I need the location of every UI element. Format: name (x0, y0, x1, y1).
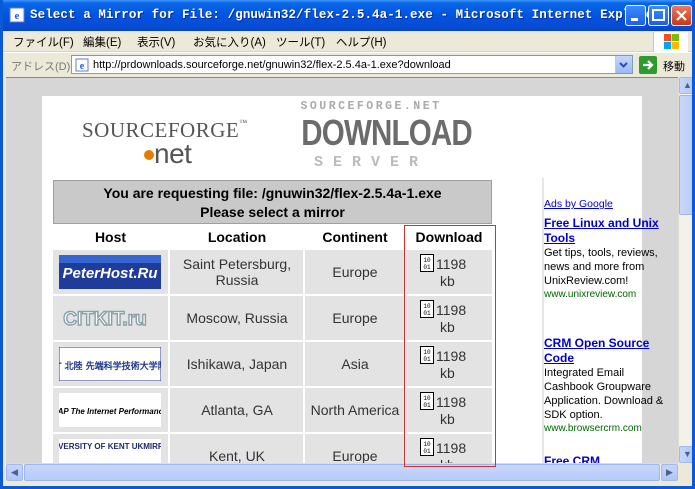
chevron-down-icon (619, 62, 628, 68)
windows-logo-icon (653, 32, 688, 52)
horizontal-scrollbar[interactable]: ◀ ▶ (6, 463, 678, 481)
menu-file[interactable]: ファイル(F) (13, 34, 74, 50)
host-logo-text: UNIVERSITY OF KENT UKMIRROR (59, 442, 161, 451)
scroll-down-button[interactable]: ▼ (679, 446, 692, 463)
minimize-icon (631, 18, 638, 21)
ad-body: Get tips, tools, reviews, news and more … (544, 247, 658, 287)
scroll-down-arrow-icon: ▼ (683, 449, 692, 459)
svg-text:e: e (15, 10, 20, 22)
window-title: Select a Mirror for File: /gnuwin32/flex… (30, 8, 661, 22)
orange-dot-icon (144, 150, 154, 160)
menu-favorites[interactable]: お気に入り(A) (193, 34, 266, 50)
continent-cell: Europe (332, 310, 378, 326)
request-line-2: Please select a mirror (200, 204, 345, 220)
banner-server-text: SERVER (313, 154, 428, 171)
vertical-scroll-thumb[interactable] (679, 95, 692, 215)
menu-edit[interactable]: 編集(E) (83, 34, 121, 50)
host-logo-text: JAIST 北陸 先端科学技術大学院大学 (59, 360, 161, 372)
page-icon: e (75, 58, 89, 72)
address-label: アドレス(D) (11, 61, 71, 73)
host-logo-peterhost[interactable]: PeterHost.Ru (59, 255, 161, 289)
browser-window: e Select a Mirror for File: /gnuwin32/fl… (0, 0, 695, 489)
host-logo-text: INTERNAP The Internet Performance Compan… (59, 407, 161, 416)
host-logo-text: PeterHost.Ru (62, 265, 157, 282)
host-logo-text: CITKIT.ru (63, 309, 146, 330)
scroll-left-button[interactable]: ◀ (6, 464, 23, 481)
download-column-highlight (404, 225, 496, 467)
close-icon (676, 10, 687, 21)
col-header-host: Host (94, 229, 127, 245)
menu-view[interactable]: 表示(V) (137, 34, 175, 50)
menu-bar: ファイル(F) 編集(E) 表示(V) お気に入り(A) ツール(T) ヘルプ(… (3, 31, 692, 52)
sourceforge-net-text: net (154, 138, 192, 169)
request-line-1: You are requesting file: /gnuwin32/flex-… (103, 185, 442, 201)
host-logo-kent[interactable]: UNIVERSITY OF KENT UKMIRROR (44, 439, 176, 464)
ad-body: Integrated Email Cashbook Groupware Appl… (544, 367, 664, 421)
page-viewport: SOURCEFORGE™ net SOURCEFORGE.NET DOWNLOA… (6, 77, 678, 464)
ad-url[interactable]: www.unixreview.com (544, 288, 670, 302)
location-cell: Moscow, Russia (186, 310, 288, 326)
maximize-icon (652, 9, 665, 21)
continent-cell: Asia (341, 356, 369, 372)
ad-item: Free Linux and Unix Tools Get tips, tool… (544, 216, 670, 302)
sourceforge-logo[interactable]: SOURCEFORGE™ net (82, 118, 247, 178)
col-header-continent: Continent (322, 229, 388, 245)
host-logo-internap[interactable]: INTERNAP The Internet Performance Compan… (28, 393, 207, 427)
continent-cell: North America (310, 402, 400, 418)
download-server-banner: SOURCEFORGE.NET DOWNLOAD SERVER (286, 100, 472, 172)
address-dropdown-button[interactable] (615, 56, 632, 73)
scroll-up-arrow-icon: ▲ (683, 80, 692, 90)
scroll-up-button[interactable]: ▲ (679, 77, 692, 94)
ie-icon: e (9, 7, 25, 23)
address-bar: アドレス(D) e http://prdownloads.sourceforge… (3, 52, 692, 77)
request-box: You are requesting file: /gnuwin32/flex-… (53, 180, 492, 224)
host-logo-citkit[interactable]: CITKIT.ru (59, 301, 161, 335)
go-label: 移動 (663, 61, 685, 73)
scrollbar-corner (678, 463, 692, 480)
go-button[interactable]: 移動 (639, 56, 692, 74)
title-bar[interactable]: e Select a Mirror for File: /gnuwin32/fl… (3, 0, 692, 31)
ads-by-google-link[interactable]: Ads by Google (544, 198, 613, 210)
host-logo-jaist[interactable]: JAIST 北陸 先端科学技術大学院大学 (34, 346, 185, 382)
maximize-button[interactable] (648, 5, 669, 26)
close-button[interactable] (671, 5, 692, 26)
address-field[interactable]: e http://prdownloads.sourceforge.net/gnu… (71, 55, 633, 74)
continent-cell: Europe (332, 264, 378, 280)
address-url: http://prdownloads.sourceforge.net/gnuwi… (93, 59, 451, 71)
location-cell: Kent, UK (208, 448, 266, 464)
svg-text:e: e (80, 61, 85, 72)
scroll-right-button[interactable]: ▶ (661, 464, 678, 481)
scroll-left-arrow-icon: ◀ (11, 467, 18, 477)
vertical-scrollbar[interactable]: ▲ ▼ (678, 77, 692, 463)
scroll-right-arrow-icon: ▶ (666, 467, 673, 477)
location-cell: Atlanta, GA (201, 402, 273, 418)
menu-help[interactable]: ヘルプ(H) (336, 34, 386, 50)
ad-title-link[interactable]: CRM Open Source Code (544, 336, 670, 366)
location-cell: Ishikawa, Japan (186, 356, 288, 372)
banner-download-text: DOWNLOAD (301, 112, 472, 153)
col-header-location: Location (207, 229, 267, 245)
page-body: SOURCEFORGE™ net SOURCEFORGE.NET DOWNLOA… (28, 96, 663, 464)
ad-url[interactable]: www.browsercrm.com (544, 422, 670, 436)
location-cell: Saint Petersburg, Russia (182, 256, 292, 288)
ad-title-link[interactable]: Free Linux and Unix Tools (544, 216, 670, 246)
minimize-button[interactable] (625, 5, 646, 26)
ad-item: CRM Open Source Code Integrated Email Ca… (544, 336, 670, 436)
menu-tools[interactable]: ツール(T) (276, 34, 325, 50)
continent-cell: Europe (332, 448, 378, 464)
go-arrow-icon (639, 56, 657, 74)
horizontal-scroll-thumb[interactable] (24, 464, 660, 481)
trademark-symbol: ™ (239, 118, 248, 127)
